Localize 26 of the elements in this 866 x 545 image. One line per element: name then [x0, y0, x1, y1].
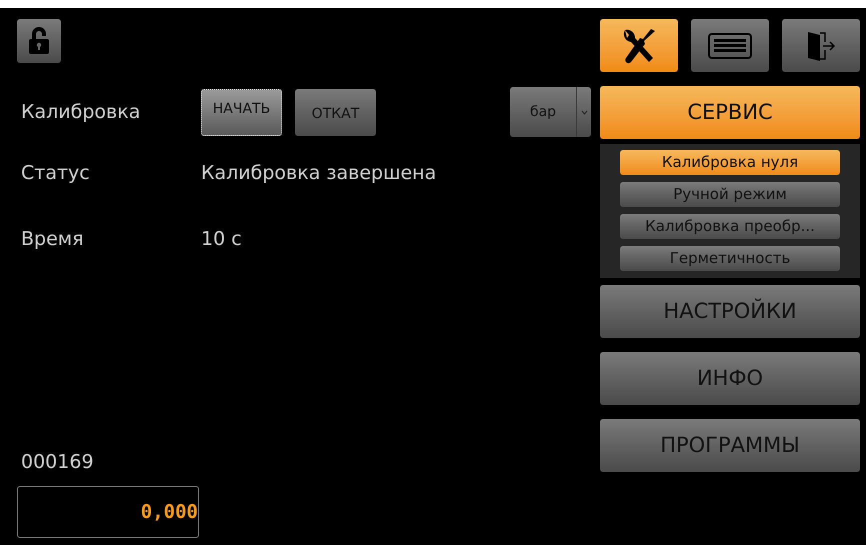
lock-icon — [28, 27, 50, 55]
reading-field: 0,000 — [17, 486, 199, 538]
action-button[interactable]: НАЧАТЬ — [201, 88, 282, 136]
menu-button[interactable]: СЕРВИС — [600, 86, 860, 139]
toolbar-button[interactable] — [782, 19, 860, 72]
menu-button[interactable]: НАСТРОЙКИ — [600, 285, 860, 338]
counter-value: 000169 — [21, 450, 94, 475]
action-button[interactable]: ОТКАТ — [295, 88, 376, 136]
calibration-label: Калибровка — [21, 100, 142, 125]
caret-icon — [580, 110, 588, 114]
field-label: Статус — [21, 160, 91, 186]
submenu-item[interactable]: Ручной режим — [620, 182, 840, 207]
toolbar-button[interactable] — [600, 19, 678, 72]
menu-button[interactable]: ПРОГРАММЫ — [600, 419, 860, 472]
exit-icon — [806, 30, 836, 62]
unit-dropdown[interactable]: бар — [510, 87, 591, 137]
lock-button[interactable] — [17, 19, 61, 63]
keyboard-icon — [708, 32, 752, 58]
field-value: Калибровка завершена — [201, 160, 436, 186]
field-label: Время — [21, 226, 85, 252]
menu-button[interactable]: ИНФО — [600, 352, 860, 405]
toolbar-button[interactable] — [691, 19, 769, 72]
field-value: 10 с — [201, 226, 242, 252]
submenu-item[interactable]: Калибровка преобр... — [620, 214, 840, 239]
submenu-item[interactable]: Калибровка нуля — [620, 150, 840, 175]
submenu-item[interactable]: Герметичность — [620, 246, 840, 271]
